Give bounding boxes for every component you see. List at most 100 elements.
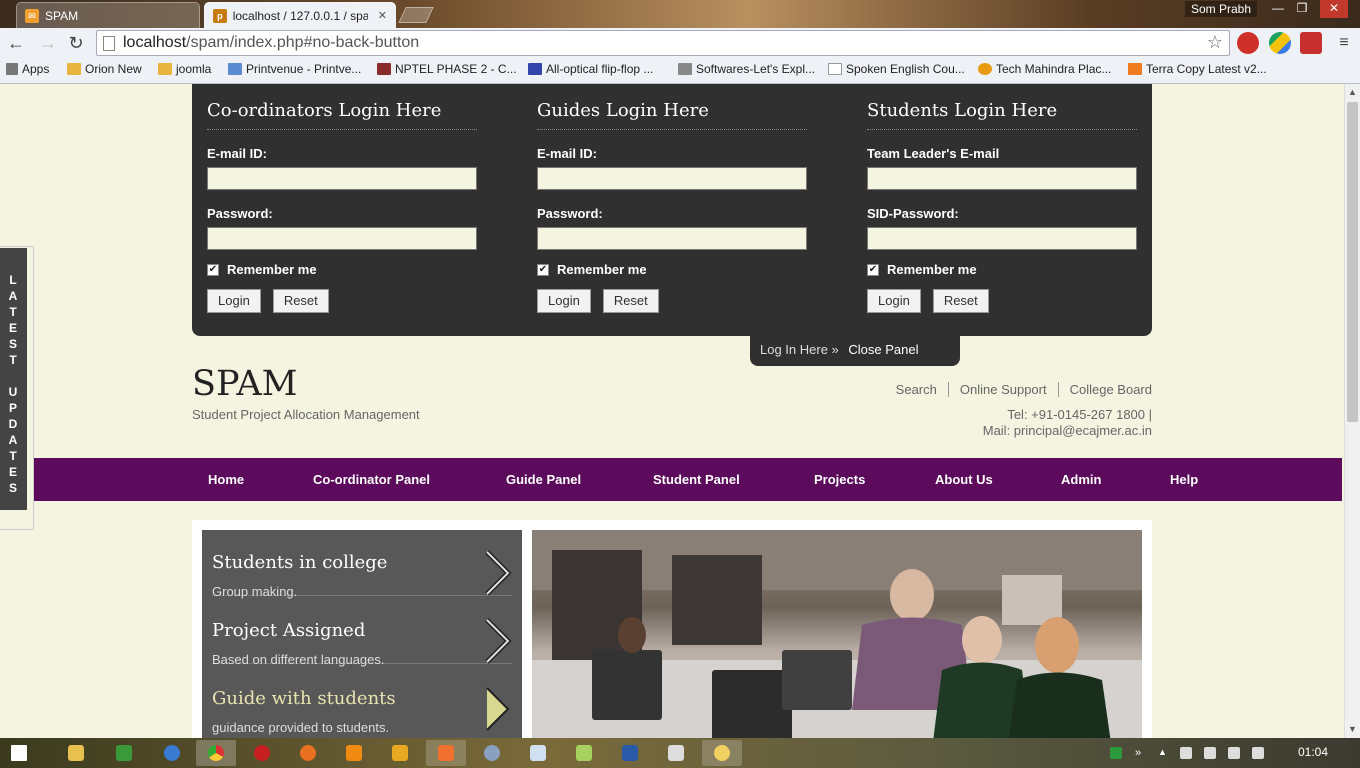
menu-home[interactable]: Home — [208, 472, 244, 487]
battery-icon[interactable] — [1204, 747, 1216, 759]
minimize-icon[interactable]: — — [1266, 0, 1290, 18]
email-address[interactable]: Mail: principal@ecajmer.ac.in — [983, 423, 1152, 439]
taskbar-word[interactable] — [610, 740, 650, 766]
taskbar-ie[interactable] — [152, 740, 192, 766]
taskbar-app[interactable] — [104, 740, 144, 766]
menu-about-us[interactable]: About Us — [935, 472, 993, 487]
coordinator-login-button[interactable]: Login — [207, 289, 261, 313]
tab-spam[interactable]: ✉ SPAM — [16, 2, 200, 28]
new-tab-button[interactable] — [398, 7, 434, 23]
remember-me[interactable]: ✔ Remember me — [867, 262, 1137, 277]
scrollbar-thumb[interactable] — [1347, 102, 1358, 422]
tray-overflow-icon[interactable]: » — [1135, 747, 1147, 759]
bookmark-softwares[interactable]: Softwares-Let's Expl... — [678, 62, 815, 76]
login-here-link[interactable]: Log In Here » — [760, 342, 839, 357]
menu-admin[interactable]: Admin — [1061, 472, 1101, 487]
college-board-link[interactable]: College Board — [1057, 382, 1152, 397]
taskbar-network[interactable] — [472, 740, 512, 766]
bookmark-orion-new[interactable]: Orion New — [67, 62, 142, 76]
latest-updates-tab[interactable]: L A T E S T U P D A T E S — [0, 246, 34, 530]
volume-icon[interactable] — [1252, 747, 1264, 759]
tray-app-icon[interactable] — [1110, 747, 1122, 759]
taskbar-app-red[interactable] — [242, 740, 282, 766]
search-link[interactable]: Search — [885, 382, 948, 397]
close-window-icon[interactable]: ✕ — [1320, 0, 1348, 18]
student-login-title: Students Login Here — [867, 100, 1137, 130]
profile-name[interactable]: Som Prabh — [1185, 1, 1258, 17]
menu-coordinator-panel[interactable]: Co-ordinator Panel — [313, 472, 430, 487]
close-panel-link[interactable]: Close Panel — [848, 342, 918, 357]
menu-help[interactable]: Help — [1170, 472, 1198, 487]
reload-icon[interactable]: ↻ — [66, 33, 86, 53]
taskbar-explorer[interactable] — [56, 740, 96, 766]
clock[interactable]: 01:04 — [1298, 745, 1328, 759]
extension-stop-icon[interactable] — [1237, 32, 1259, 54]
forward-arrow-icon[interactable]: → — [38, 33, 58, 53]
guide-reset-button[interactable]: Reset — [602, 289, 659, 313]
slide-item[interactable]: Project Assigned Based on different lang… — [212, 598, 512, 667]
bookmark-joomla[interactable]: joomla — [158, 62, 211, 76]
taskbar-firefox[interactable] — [288, 740, 328, 766]
google-drive-icon[interactable] — [1269, 32, 1291, 54]
show-hidden-icons[interactable]: ▲ — [1158, 747, 1170, 759]
bookmark-apps[interactable]: Apps — [6, 62, 49, 76]
restore-icon[interactable]: ❐ — [1290, 0, 1314, 18]
menu-student-panel[interactable]: Student Panel — [653, 472, 740, 487]
tab-phpmyadmin[interactable]: p localhost / 127.0.0.1 / spa ✕ — [204, 2, 396, 28]
coordinator-password-input[interactable] — [207, 227, 477, 250]
online-support-link[interactable]: Online Support — [947, 382, 1058, 397]
student-reset-button[interactable]: Reset — [932, 289, 989, 313]
checkbox-checked-icon[interactable]: ✔ — [207, 263, 219, 276]
vertical-scrollbar[interactable]: ▲ ▼ — [1344, 84, 1360, 738]
start-button[interactable] — [0, 740, 36, 766]
taskbar-chrome[interactable] — [196, 740, 236, 766]
scroll-up-icon[interactable]: ▲ — [1348, 87, 1357, 97]
wifi-signal-icon[interactable] — [1228, 747, 1240, 759]
back-arrow-icon[interactable]: ← — [6, 33, 26, 53]
student-email-input[interactable] — [867, 167, 1137, 190]
slide-item-active[interactable]: Guide with students guidance provided to… — [212, 666, 512, 735]
close-tab-icon[interactable]: ✕ — [378, 9, 387, 22]
bookmark-terra-copy[interactable]: Terra Copy Latest v2... — [1128, 62, 1267, 76]
student-password-input[interactable] — [867, 227, 1137, 250]
site-logo[interactable]: SPAM — [192, 364, 297, 404]
checkbox-checked-icon[interactable]: ✔ — [867, 263, 879, 276]
taskbar-media[interactable] — [380, 740, 420, 766]
action-center-flag-icon[interactable] — [1180, 747, 1192, 759]
bookmark-spoken-english[interactable]: Spoken English Cou... — [828, 62, 965, 76]
taskbar-notepad[interactable] — [518, 740, 558, 766]
scroll-down-icon[interactable]: ▼ — [1348, 724, 1357, 734]
site-icon — [528, 63, 542, 75]
bookmark-all-optical[interactable]: All-optical flip-flop ... — [528, 62, 653, 76]
bookmark-printvenue[interactable]: Printvenue - Printve... — [228, 62, 361, 76]
bookmark-star-icon[interactable]: ☆ — [1207, 32, 1223, 53]
sid-password-label: SID-Password: — [867, 206, 959, 221]
taskbar-xampp[interactable] — [426, 740, 466, 766]
taskbar-paint[interactable] — [702, 740, 742, 766]
student-login-button[interactable]: Login — [867, 289, 921, 313]
guide-email-input[interactable] — [537, 167, 807, 190]
bookmark-tech-mahindra[interactable]: Tech Mahindra Plac... — [978, 62, 1111, 76]
page-icon — [828, 63, 842, 75]
checkbox-checked-icon[interactable]: ✔ — [537, 263, 549, 276]
menu-guide-panel[interactable]: Guide Panel — [506, 472, 581, 487]
bookmark-nptel[interactable]: NPTEL PHASE 2 - C... — [377, 62, 517, 76]
guide-login: Guides Login Here E-mail ID: Password: ✔… — [537, 84, 807, 313]
taskbar-vlc[interactable] — [334, 740, 374, 766]
address-bar[interactable]: localhost/spam/index.php#no-back-button … — [96, 30, 1230, 56]
menu-projects[interactable]: Projects — [814, 472, 865, 487]
slide-desc: guidance provided to students. — [212, 720, 390, 735]
coordinator-email-input[interactable] — [207, 167, 477, 190]
slide-item[interactable]: Students in college Group making. — [212, 530, 512, 599]
chevron-right-icon — [485, 618, 512, 664]
taskbar-calculator[interactable] — [656, 740, 696, 766]
remember-me[interactable]: ✔ Remember me — [537, 262, 807, 277]
guide-login-button[interactable]: Login — [537, 289, 591, 313]
internet-explorer-icon — [164, 745, 180, 761]
taskbar-notes[interactable] — [564, 740, 604, 766]
menu-icon[interactable]: ≡ — [1334, 33, 1354, 53]
extension-tj-icon[interactable] — [1300, 32, 1322, 54]
guide-password-input[interactable] — [537, 227, 807, 250]
remember-me[interactable]: ✔ Remember me — [207, 262, 477, 277]
coordinator-reset-button[interactable]: Reset — [272, 289, 329, 313]
